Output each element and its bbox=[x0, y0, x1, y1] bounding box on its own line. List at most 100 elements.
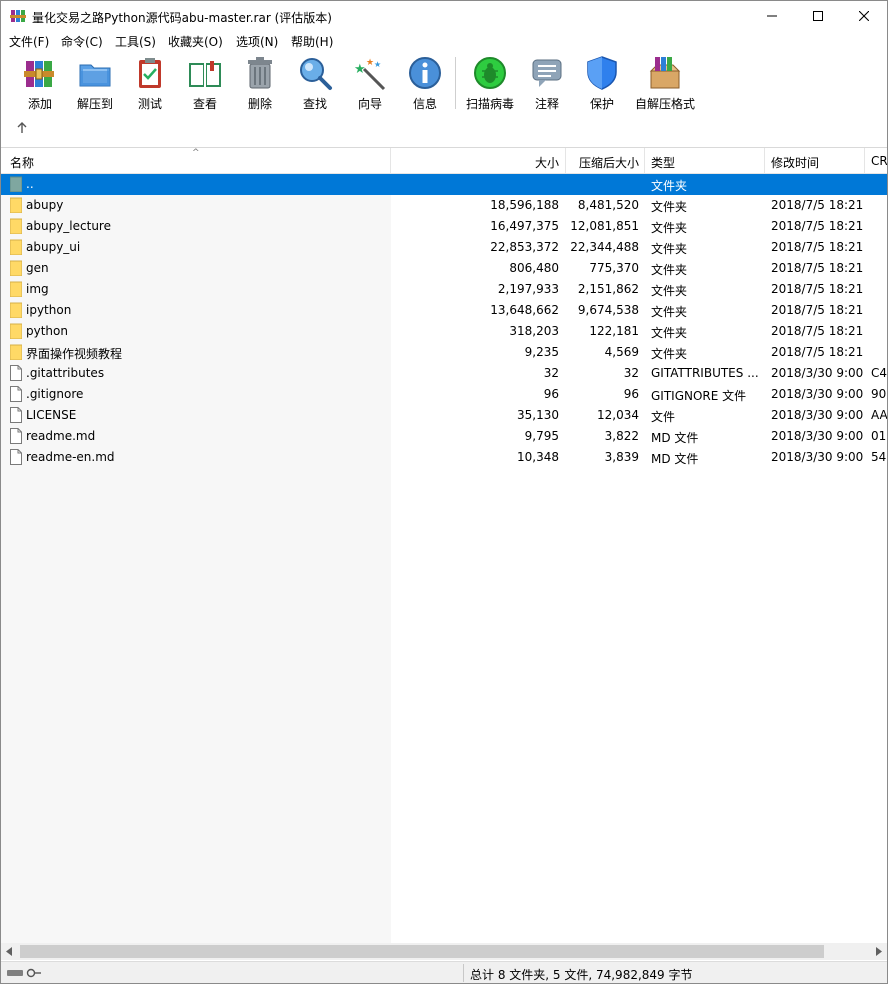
cell-crc: 90 bbox=[871, 387, 887, 401]
test-clipboard-icon bbox=[139, 58, 161, 88]
cell-packed: 3,822 bbox=[604, 429, 639, 443]
protect-button[interactable]: 保护 bbox=[574, 55, 630, 111]
folder-icon bbox=[10, 281, 22, 297]
cell-type: 文件夹 bbox=[651, 200, 688, 214]
col-divider[interactable] bbox=[864, 148, 865, 173]
add-books-icon bbox=[24, 61, 54, 87]
horizontal-scrollbar[interactable] bbox=[1, 943, 887, 960]
sort-ascending-icon: ^ bbox=[192, 148, 200, 158]
cell-packed: 9,674,538 bbox=[577, 303, 639, 317]
cell-modified: 2018/7/5 18:21 bbox=[771, 261, 864, 275]
cell-size: 35,130 bbox=[517, 408, 559, 422]
cell-packed: 3,839 bbox=[604, 450, 639, 464]
cell-type: 文件夹 bbox=[651, 284, 688, 298]
table-row[interactable]: abupy_ui 22,853,372 22,344,488 文件夹 2018/7/5 … bbox=[1, 237, 887, 258]
menu-file[interactable]: 文件(F) bbox=[9, 33, 49, 50]
window-title: 量化交易之路Python源代码abu-master.rar (评估版本) bbox=[32, 11, 332, 25]
table-row[interactable]: abupy_lecture 16,497,375 12,081,851 文件夹 2018… bbox=[1, 216, 887, 237]
table-row[interactable]: python 318,203 122,181 文件夹 2018/7/5 18:21 bbox=[1, 321, 887, 342]
cell-size: 16,497,375 bbox=[490, 219, 559, 233]
file-list[interactable]: ^ 名称 大小 压缩后大小 类型 修改时间 CR .. 文件夹 abupy 18,59… bbox=[1, 148, 887, 943]
cell-name: abupy_ui bbox=[26, 240, 81, 254]
col-packed[interactable]: 压缩后大小 bbox=[566, 154, 639, 171]
cell-packed: 2,151,862 bbox=[577, 282, 639, 296]
title-bar[interactable]: 量化交易之路Python源代码abu-master.rar (评估版本) bbox=[1, 1, 887, 31]
menu-bar: 文件(F) 命令(C) 工具(S) 收藏夹(O) 选项(N) 帮助(H) bbox=[1, 31, 887, 51]
table-row[interactable]: img 2,197,933 2,151,862 文件夹 2018/7/5 18:21 bbox=[1, 279, 887, 300]
col-modified[interactable]: 修改时间 bbox=[771, 154, 819, 171]
cell-type: 文件夹 bbox=[651, 347, 688, 361]
cell-size: 22,853,372 bbox=[490, 240, 559, 254]
col-crc[interactable]: CR bbox=[871, 154, 887, 168]
cell-packed: 775,370 bbox=[589, 261, 639, 275]
col-divider[interactable] bbox=[764, 148, 765, 173]
cell-modified: 2018/7/5 18:21 bbox=[771, 219, 864, 233]
cell-name: readme-en.md bbox=[26, 450, 115, 464]
menu-tools[interactable]: 工具(S) bbox=[115, 33, 156, 50]
magnifier-icon bbox=[300, 58, 332, 90]
file-icon bbox=[10, 407, 22, 423]
scrollbar-thumb[interactable] bbox=[20, 945, 824, 958]
menu-help[interactable]: 帮助(H) bbox=[291, 33, 333, 50]
cell-packed: 122,181 bbox=[589, 324, 639, 338]
minimize-button[interactable] bbox=[749, 1, 795, 31]
table-row[interactable]: 界面操作视频教程 9,235 4,569 文件夹 2018/7/5 18:21 bbox=[1, 342, 887, 363]
cell-name: python bbox=[26, 324, 68, 338]
col-type[interactable]: 类型 bbox=[651, 154, 675, 171]
table-row[interactable]: abupy 18,596,188 8,481,520 文件夹 2018/7/5 18:2… bbox=[1, 195, 887, 216]
col-size[interactable]: 大小 bbox=[391, 154, 559, 171]
cell-name: abupy bbox=[26, 198, 64, 212]
table-row[interactable]: .gitignore 96 96 GITIGNORE 文件 2018/3/30 9:00… bbox=[1, 384, 887, 405]
col-divider[interactable] bbox=[644, 148, 645, 173]
menu-favorites[interactable]: 收藏夹(O) bbox=[168, 33, 223, 50]
cell-modified: 2018/3/30 9:00 bbox=[771, 408, 864, 422]
col-name[interactable]: 名称 bbox=[10, 154, 34, 171]
cell-packed: 4,569 bbox=[604, 345, 639, 359]
close-icon bbox=[859, 11, 869, 21]
sfx-button[interactable]: 自解压格式 bbox=[635, 55, 695, 111]
cell-name: .gitignore bbox=[26, 387, 84, 401]
up-arrow-icon[interactable] bbox=[15, 121, 29, 135]
maximize-button[interactable] bbox=[795, 1, 841, 31]
minimize-icon bbox=[767, 15, 777, 17]
menu-commands[interactable]: 命令(C) bbox=[61, 33, 103, 50]
file-icon bbox=[10, 449, 22, 465]
scroll-right-icon[interactable] bbox=[875, 947, 883, 956]
cell-modified: 2018/7/5 18:21 bbox=[771, 240, 864, 254]
cell-modified: 2018/3/30 9:00 bbox=[771, 450, 864, 464]
folder-icon bbox=[10, 323, 22, 339]
cell-modified: 2018/7/5 18:21 bbox=[771, 324, 864, 338]
table-row[interactable]: readme-en.md 10,348 3,839 MD 文件 2018/3/30 9:… bbox=[1, 447, 887, 468]
file-icon bbox=[10, 428, 22, 444]
parent-folder-icon bbox=[10, 176, 22, 192]
toolbar: 添加 解压到 测试 查看 删除 查找 ★ ★ ★ 向导 信息 扫描病毒 注释 保… bbox=[1, 51, 887, 148]
status-bar: 总计 8 文件夹, 5 文件, 74,982,849 字节 bbox=[1, 961, 887, 983]
scroll-left-icon[interactable] bbox=[5, 947, 13, 956]
status-divider bbox=[463, 964, 464, 982]
table-row[interactable]: LICENSE 35,130 12,034 文件 2018/3/30 9:00 AA bbox=[1, 405, 887, 426]
cell-name: readme.md bbox=[26, 429, 96, 443]
svg-text:★: ★ bbox=[374, 60, 381, 69]
cell-modified: 2018/7/5 18:21 bbox=[771, 198, 864, 212]
svg-text:★: ★ bbox=[366, 58, 374, 68]
cell-type: 文件夹 bbox=[651, 263, 688, 277]
svg-text:★: ★ bbox=[354, 62, 366, 77]
menu-options[interactable]: 选项(N) bbox=[236, 33, 278, 50]
info-button[interactable]: 信息 bbox=[397, 55, 453, 111]
table-row[interactable]: ipython 13,648,662 9,674,538 文件夹 2018/7/5 18… bbox=[1, 300, 887, 321]
comment-icon bbox=[532, 59, 562, 87]
cell-size: 2,197,933 bbox=[497, 282, 559, 296]
table-row[interactable]: gen 806,480 775,370 文件夹 2018/7/5 18:21 bbox=[1, 258, 887, 279]
cell-crc: C4 bbox=[871, 366, 888, 380]
table-row[interactable]: readme.md 9,795 3,822 MD 文件 2018/3/30 9:00 01 bbox=[1, 426, 887, 447]
cell-name: 界面操作视频教程 bbox=[26, 347, 123, 361]
cell-modified: 2018/7/5 18:21 bbox=[771, 345, 864, 359]
cell-type: 文件夹 bbox=[651, 242, 688, 256]
cell-type: GITATTRIBUTES ... bbox=[651, 366, 759, 380]
winrar-app-icon[interactable] bbox=[10, 8, 26, 24]
drive-key-icon[interactable] bbox=[7, 968, 41, 978]
close-button[interactable] bbox=[841, 1, 887, 31]
table-row[interactable]: .gitattributes 32 32 GITATTRIBUTES ... 2018/… bbox=[1, 363, 887, 384]
status-summary: 总计 8 文件夹, 5 文件, 74,982,849 字节 bbox=[470, 968, 693, 982]
parent-folder-row[interactable]: .. 文件夹 bbox=[1, 174, 887, 195]
